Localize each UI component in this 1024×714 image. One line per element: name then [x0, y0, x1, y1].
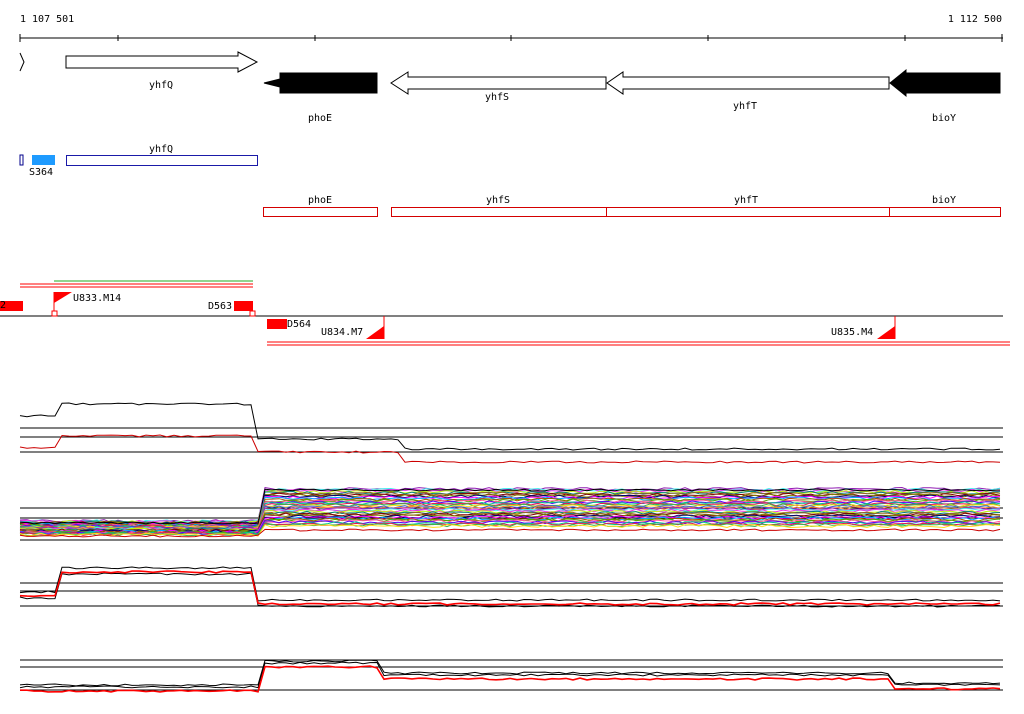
feature-box-yhfS[interactable] — [391, 207, 607, 217]
gene-label-phoE: phoE — [307, 113, 333, 124]
segment-U835.M4[interactable] — [877, 326, 895, 339]
expression-track-plus-multicolor — [19, 402, 1001, 464]
expression-trace — [20, 665, 1001, 693]
segment-edge-label: 2 — [0, 300, 7, 311]
tracks-canvas — [0, 34, 1010, 693]
segment-label-D564: D564 — [287, 319, 312, 330]
gene-arrow-yhfS[interactable] — [390, 71, 607, 95]
feature-label-yhfS: yhfS — [485, 195, 511, 206]
segment-label-D563: D563 — [208, 301, 233, 312]
expression-trace — [19, 659, 1001, 687]
expression-track-minus-summary — [19, 659, 1001, 693]
expression-trace — [19, 572, 1001, 608]
feature-label-bioY: bioY — [931, 195, 957, 206]
segment-label-U834.M7: U834.M7 — [321, 327, 364, 338]
segment-U834.M7[interactable] — [366, 326, 384, 339]
gene-label-yhfQ: yhfQ — [148, 80, 174, 91]
expression-track-minus-multicolor — [19, 486, 1001, 538]
gene-arrow-yhfT[interactable] — [606, 71, 890, 95]
segment-U833.M14[interactable] — [54, 292, 72, 303]
expression-trace — [19, 566, 1001, 602]
feature-label-yhfQ: yhfQ — [148, 144, 174, 155]
segment-label-U835.M4: U835.M4 — [831, 327, 874, 338]
feature-box-phoE[interactable] — [263, 207, 378, 217]
gene-label-yhfS: yhfS — [484, 92, 510, 103]
feature-label-yhfT: yhfT — [733, 195, 759, 206]
genome-browser-view: 1 107 501 1 112 500 yhfQ phoE yhfS yhfT … — [0, 0, 1024, 714]
feature-box-unnamed[interactable] — [19, 154, 24, 166]
segment-label-U833.M14: U833.M14 — [73, 293, 122, 304]
feature-label-S364: S364 — [29, 167, 54, 178]
expression-trace — [19, 402, 1001, 451]
gene-label-yhfT: yhfT — [732, 101, 758, 112]
gene-arrow-bioY[interactable] — [889, 68, 1001, 98]
feature-box-yhfQ[interactable] — [66, 155, 258, 166]
feature-label-phoE: phoE — [307, 195, 333, 206]
feature-track-plus — [19, 154, 258, 166]
segment-D564[interactable] — [267, 319, 287, 329]
gene-arrow-partial[interactable] — [19, 52, 25, 72]
gene-arrow-yhfQ[interactable] — [65, 51, 259, 73]
gene-arrow-phoE[interactable] — [263, 72, 378, 94]
expression-trace — [19, 434, 1001, 464]
feature-box-S364[interactable] — [32, 155, 55, 165]
feature-box-bioY[interactable] — [889, 207, 1001, 217]
coordinate-ruler — [19, 34, 1003, 42]
segment-D563[interactable] — [234, 301, 253, 311]
gene-label-bioY: bioY — [931, 113, 957, 124]
expression-trace — [19, 661, 1001, 689]
expression-track-plus-summary — [19, 566, 1001, 608]
feature-box-yhfT[interactable] — [606, 207, 890, 217]
expression-reference-lines — [20, 427, 1003, 691]
feature-track-minus — [263, 207, 1001, 217]
